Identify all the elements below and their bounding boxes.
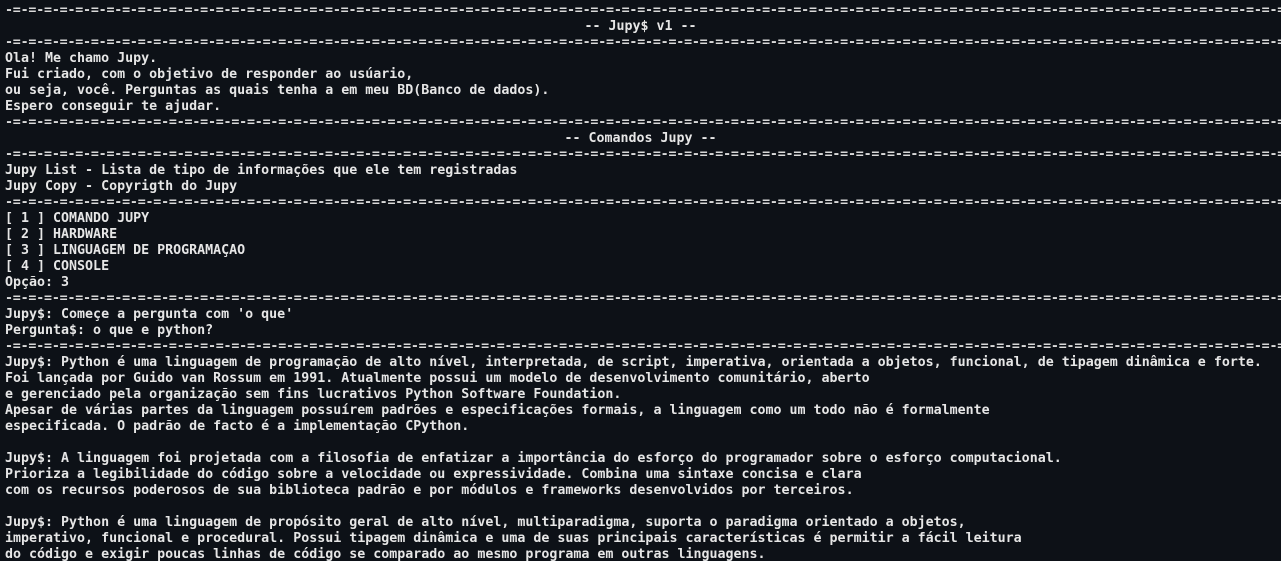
intro-line: Fui criado, com o objetivo de responder …	[5, 67, 414, 82]
commands-title: -- Comandos Jupy --	[564, 131, 717, 146]
answer-line: do código e exigir poucas linhas de códi…	[5, 547, 766, 561]
answer-line: Jupy$: A linguagem foi projetada com a f…	[5, 451, 1062, 466]
separator: -=-=-=-=-=-=-=-=-=-=-=-=-=-=-=-=-=-=-=-=…	[5, 291, 1281, 306]
app-title: -- Jupy$ v1 --	[584, 19, 697, 34]
intro-line: Ola! Me chamo Jupy.	[5, 51, 158, 66]
command-line: Jupy List - Lista de tipo de informações…	[5, 163, 518, 178]
option-input[interactable]: Opção: 3	[5, 275, 1281, 291]
separator: -=-=-=-=-=-=-=-=-=-=-=-=-=-=-=-=-=-=-=-=…	[5, 339, 1281, 354]
command-line: Jupy Copy - Copyrigth do Jupy	[5, 179, 238, 194]
answer-line: com os recursos poderosos de sua bibliot…	[5, 483, 854, 498]
intro-line: Espero conseguir te ajudar.	[5, 99, 222, 114]
answer-line: Prioriza a legibilidade do código sobre …	[5, 467, 862, 482]
answer-line: Jupy$: Python é uma linguagem de program…	[5, 355, 1262, 370]
menu-item: [ 4 ] CONSOLE	[5, 259, 110, 274]
separator: -=-=-=-=-=-=-=-=-=-=-=-=-=-=-=-=-=-=-=-=…	[5, 115, 1281, 130]
separator: -=-=-=-=-=-=-=-=-=-=-=-=-=-=-=-=-=-=-=-=…	[5, 147, 1281, 162]
separator: -=-=-=-=-=-=-=-=-=-=-=-=-=-=-=-=-=-=-=-=…	[5, 195, 1281, 210]
terminal-window[interactable]: -=-=-=-=-=-=-=-=-=-=-=-=-=-=-=-=-=-=-=-=…	[0, 0, 1281, 561]
question-input[interactable]: Pergunta$: o que e python?	[5, 323, 1281, 339]
answer-line: imperativo, funcional e procedural. Poss…	[5, 531, 1022, 546]
intro-line: ou seja, você. Perguntas as quais tenha …	[5, 83, 550, 98]
answer-line: Jupy$: Python é uma linguagem de propósi…	[5, 515, 966, 530]
menu-item: [ 3 ] LINGUAGEM DE PROGRAMAÇAO	[5, 243, 246, 258]
menu-item: [ 2 ] HARDWARE	[5, 227, 118, 242]
separator: -=-=-=-=-=-=-=-=-=-=-=-=-=-=-=-=-=-=-=-=…	[5, 35, 1281, 50]
answer-line: Apesar de várias partes da linguagem pos…	[5, 403, 990, 418]
menu-item: [ 1 ] COMANDO JUPY	[5, 211, 150, 226]
answer-line: Foi lançada por Guido van Rossum em 1991…	[5, 371, 870, 386]
separator: -=-=-=-=-=-=-=-=-=-=-=-=-=-=-=-=-=-=-=-=…	[5, 3, 1281, 18]
answer-line: e gerenciado pela organização sem fins l…	[5, 387, 622, 402]
answer-line: especificada. O padrão de facto é a impl…	[5, 419, 470, 434]
prompt-line: Jupy$: Começe a pergunta com 'o que'	[5, 307, 294, 322]
